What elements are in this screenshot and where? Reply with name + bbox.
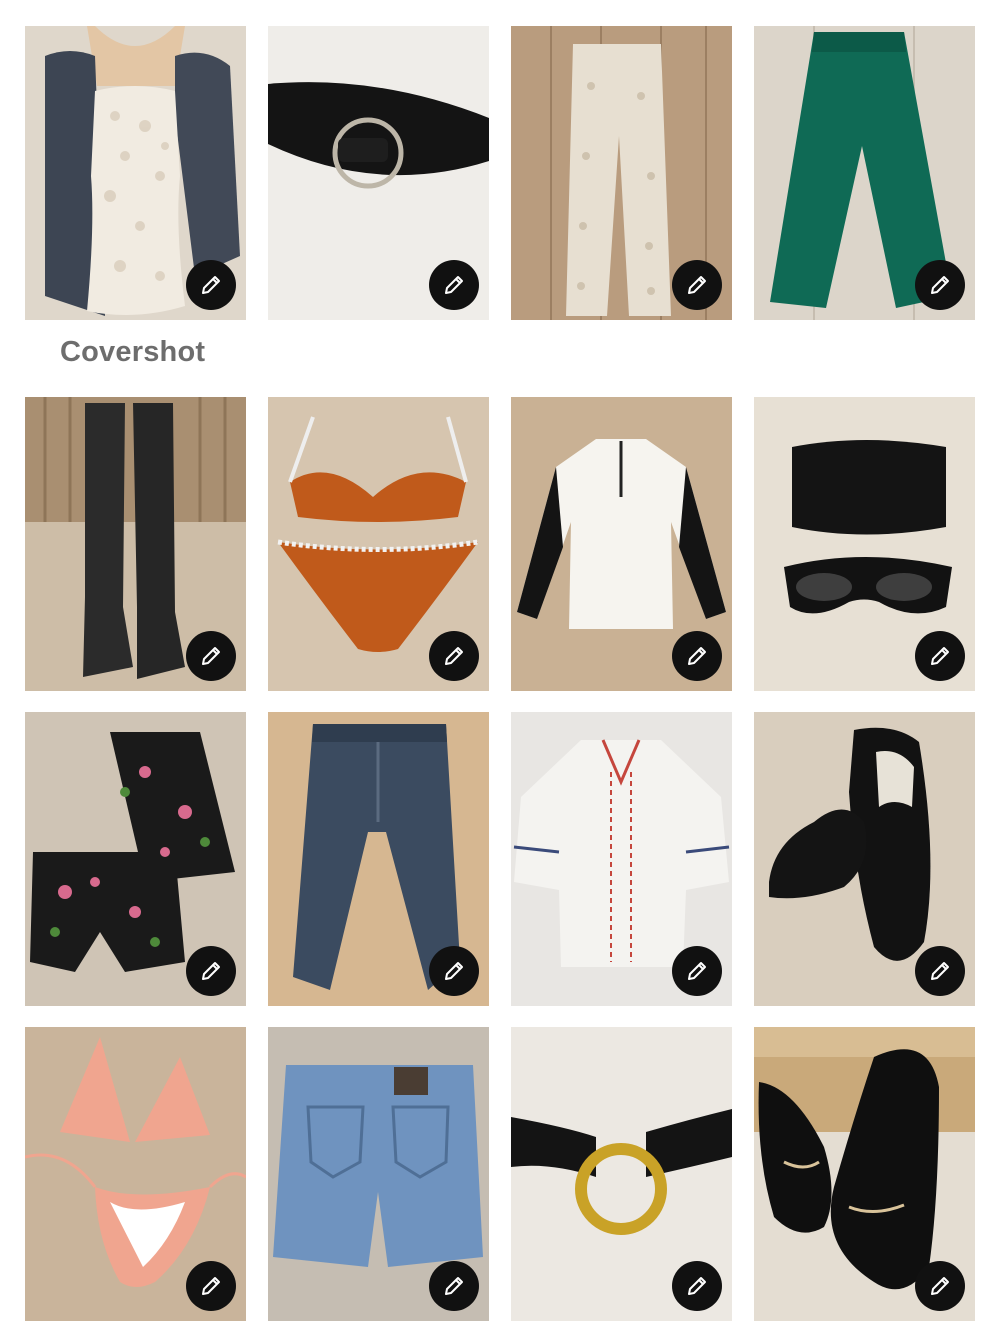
edit-button[interactable]: [672, 631, 722, 681]
pencil-icon: [931, 647, 949, 665]
edit-button[interactable]: [429, 946, 479, 996]
pencil-icon: [688, 647, 706, 665]
edit-button[interactable]: [429, 260, 479, 310]
edit-button[interactable]: [186, 260, 236, 310]
pencil-icon: [931, 962, 949, 980]
edit-button[interactable]: [186, 946, 236, 996]
pencil-icon: [688, 276, 706, 294]
edit-button[interactable]: [915, 260, 965, 310]
edit-button[interactable]: [915, 631, 965, 681]
item-photo-black-ring-belt[interactable]: [268, 26, 489, 320]
item-photo-velvet-loafers[interactable]: [754, 712, 975, 1006]
item-photo-crochet-pants[interactable]: [511, 26, 732, 320]
edit-button[interactable]: [672, 1261, 722, 1311]
item-photo-floral-pajama-set[interactable]: [25, 712, 246, 1006]
pencil-icon: [688, 1277, 706, 1295]
edit-button[interactable]: [915, 946, 965, 996]
pencil-icon: [202, 647, 220, 665]
item-photo-embroidered-blouse[interactable]: [511, 712, 732, 1006]
pencil-icon: [445, 1277, 463, 1295]
pencil-icon: [445, 647, 463, 665]
edit-button[interactable]: [429, 1261, 479, 1311]
item-photo-peach-bikini[interactable]: [25, 1027, 246, 1321]
item-photo-gold-ring-belt[interactable]: [511, 1027, 732, 1321]
edit-button[interactable]: [186, 1261, 236, 1311]
edit-button[interactable]: [429, 631, 479, 681]
edit-button[interactable]: [915, 1261, 965, 1311]
item-photo-charm-heels[interactable]: [754, 1027, 975, 1321]
edit-button[interactable]: [186, 631, 236, 681]
item-photo-sunglasses-case[interactable]: [754, 397, 975, 691]
edit-button[interactable]: [672, 260, 722, 310]
pencil-icon: [202, 276, 220, 294]
item-photo-denim-shorts[interactable]: [268, 1027, 489, 1321]
covershot-label: Covershot: [60, 336, 206, 368]
pencil-icon: [445, 276, 463, 294]
item-photo-suede-boots[interactable]: [25, 397, 246, 691]
item-photo-green-wide-pants[interactable]: [754, 26, 975, 320]
edit-button[interactable]: [672, 946, 722, 996]
pencil-icon: [445, 962, 463, 980]
pencil-icon: [202, 962, 220, 980]
pencil-icon: [931, 1277, 949, 1295]
item-photo-barrel-jeans[interactable]: [268, 712, 489, 1006]
item-photo-orange-bikini[interactable]: [268, 397, 489, 691]
item-photo-polo-quarter-zip[interactable]: [511, 397, 732, 691]
pencil-icon: [202, 1277, 220, 1295]
pencil-icon: [688, 962, 706, 980]
pencil-icon: [931, 276, 949, 294]
item-photo-lace-romper[interactable]: [25, 26, 246, 320]
